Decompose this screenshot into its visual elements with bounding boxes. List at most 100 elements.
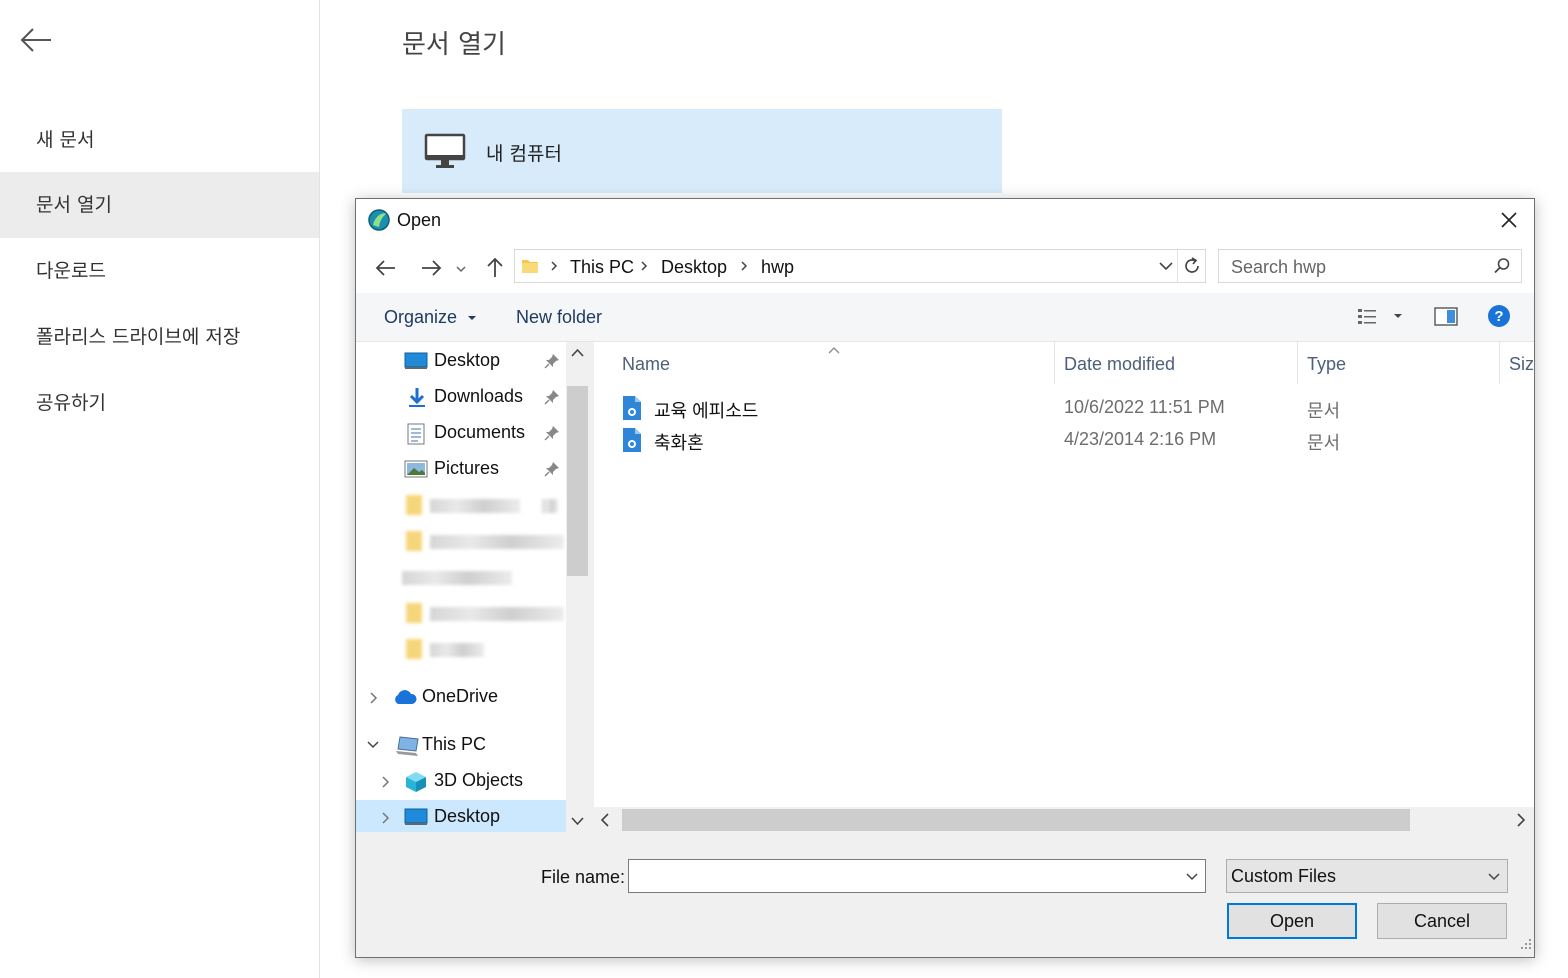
cancel-button[interactable]: Cancel [1377, 903, 1507, 939]
file-list-pane: Name Date modified Type Size 교육 에피소드 10/… [594, 342, 1534, 832]
breadcrumb-this-pc[interactable]: This PC [570, 257, 634, 278]
forward-icon[interactable] [417, 255, 445, 281]
tree-item-onedrive[interactable]: OneDrive [356, 680, 566, 714]
column-label: Name [622, 354, 671, 374]
address-bar[interactable]: This PC Desktop hwp [514, 249, 1206, 283]
file-date-modified: 4/23/2014 2:16 PM [1064, 429, 1217, 449]
column-header-size[interactable]: Size [1499, 342, 1534, 384]
open-button[interactable]: Open [1227, 903, 1357, 939]
pin-icon[interactable] [544, 389, 560, 410]
column-label: Size [1509, 354, 1534, 374]
dialog-titlebar: Open [356, 199, 1534, 243]
file-name-combobox[interactable] [628, 859, 1206, 893]
preview-pane-icon[interactable] [1434, 307, 1458, 332]
tree-item-downloads[interactable]: Downloads [356, 380, 566, 414]
view-options-icon[interactable] [1356, 305, 1404, 334]
location-my-computer[interactable]: 내 컴퓨터 [402, 109, 1002, 193]
nav-open-document[interactable]: 문서 열기 [0, 172, 319, 238]
tree-item-3d-objects[interactable]: 3D Objects [356, 764, 566, 798]
file-row[interactable]: 축화혼 4/23/2014 2:16 PM 문서 [616, 424, 1516, 456]
breadcrumb-hwp[interactable]: hwp [761, 257, 794, 278]
pin-icon[interactable] [544, 425, 560, 446]
tree-item-this-pc[interactable]: This PC [356, 728, 566, 762]
file-name-input[interactable] [633, 865, 1177, 889]
cloud-icon [392, 688, 418, 711]
help-icon[interactable]: ? [1487, 304, 1511, 333]
tree-item-documents[interactable]: Documents [356, 416, 566, 450]
tree-item-redacted[interactable] [356, 596, 566, 630]
refresh-icon[interactable] [1177, 250, 1206, 282]
cube-icon [404, 770, 428, 799]
back-arrow-icon[interactable] [18, 22, 54, 58]
dropdown-caret-icon [468, 316, 477, 320]
open-file-dialog: Open This PC Desktop hwp Search hwp Orga… [355, 198, 1535, 958]
tree-vertical-scrollbar[interactable] [566, 342, 589, 832]
redacted-label [402, 571, 512, 585]
tree-label: Downloads [434, 386, 524, 406]
column-header-type[interactable]: Type [1297, 342, 1497, 384]
breadcrumb-desktop[interactable]: Desktop [661, 257, 727, 278]
tree-item-desktop-pc[interactable]: Desktop [356, 800, 566, 832]
resize-grip-icon[interactable] [1518, 936, 1532, 955]
tree-label: OneDrive [422, 686, 499, 706]
pictures-icon [404, 459, 428, 484]
tree-item-redacted[interactable] [356, 560, 566, 594]
collapse-chevron-icon[interactable] [366, 738, 380, 756]
file-type-filter-select[interactable]: Custom Files [1226, 859, 1508, 893]
tree-label: Desktop [434, 806, 501, 826]
backstage-sidebar: 새 문서 문서 열기 다운로드 폴라리스 드라이브에 저장 공유하기 [0, 0, 320, 978]
nav-save-to-polaris-drive[interactable]: 폴라리스 드라이브에 저장 [0, 304, 319, 370]
column-header-date-modified[interactable]: Date modified [1054, 342, 1296, 384]
tree-item-redacted[interactable] [356, 632, 566, 666]
search-icon[interactable] [1493, 257, 1511, 280]
pin-icon[interactable] [544, 353, 560, 374]
download-arrow-icon [406, 387, 428, 414]
file-row[interactable]: 교육 에피소드 10/6/2022 11:51 PM 문서 [616, 392, 1516, 424]
nav-download[interactable]: 다운로드 [0, 238, 319, 304]
tree-item-pictures[interactable]: Pictures [356, 452, 566, 486]
folder-icon [521, 257, 539, 280]
tree-label: This PC [422, 734, 487, 754]
expand-chevron-icon[interactable] [368, 691, 378, 710]
search-box[interactable] [1218, 249, 1522, 283]
scroll-left-icon[interactable] [594, 807, 618, 833]
close-icon[interactable] [1484, 199, 1534, 243]
nav-share[interactable]: 공유하기 [0, 370, 319, 436]
back-icon[interactable] [372, 255, 400, 281]
scroll-up-icon[interactable] [566, 342, 589, 366]
new-folder-button[interactable]: New folder [516, 307, 602, 328]
redacted-label [430, 499, 520, 513]
scroll-down-icon[interactable] [566, 808, 589, 832]
dialog-navigation-bar: This PC Desktop hwp [356, 243, 1534, 293]
scroll-right-icon[interactable] [1508, 807, 1532, 833]
monitor-icon [424, 133, 466, 175]
folder-icon [406, 531, 422, 551]
recent-locations-chevron-icon[interactable] [452, 255, 470, 281]
tree-item-redacted[interactable] [356, 488, 566, 522]
filter-dropdown-chevron-icon [1487, 870, 1501, 888]
file-name-label: File name: [541, 867, 626, 887]
organize-button[interactable]: Organize [384, 307, 478, 328]
redacted-label [542, 499, 558, 513]
pin-icon[interactable] [544, 461, 560, 482]
expand-chevron-icon[interactable] [380, 775, 390, 794]
dialog-title: Open [397, 210, 442, 230]
tree-item-desktop-quick[interactable]: Desktop [356, 344, 566, 378]
address-dropdown-chevron-icon[interactable] [1155, 250, 1177, 282]
column-header-name[interactable]: Name [612, 342, 1052, 384]
tree-item-redacted[interactable] [356, 524, 566, 558]
scrollbar-thumb[interactable] [622, 809, 1410, 831]
file-type: 문서 [1307, 433, 1341, 453]
tree-label: 3D Objects [434, 770, 524, 790]
desktop-folder-icon [404, 351, 428, 376]
scrollbar-thumb[interactable] [567, 386, 588, 576]
redacted-label [430, 607, 564, 621]
up-arrow-icon[interactable] [481, 255, 509, 281]
column-label: Type [1307, 354, 1347, 374]
file-name-dropdown-chevron-icon[interactable] [1179, 860, 1205, 892]
nav-new-document[interactable]: 새 문서 [0, 107, 319, 173]
file-list-horizontal-scrollbar[interactable] [594, 807, 1534, 833]
search-input[interactable] [1229, 255, 1483, 279]
tree-label: Desktop [434, 350, 501, 370]
expand-chevron-icon[interactable] [380, 811, 390, 830]
